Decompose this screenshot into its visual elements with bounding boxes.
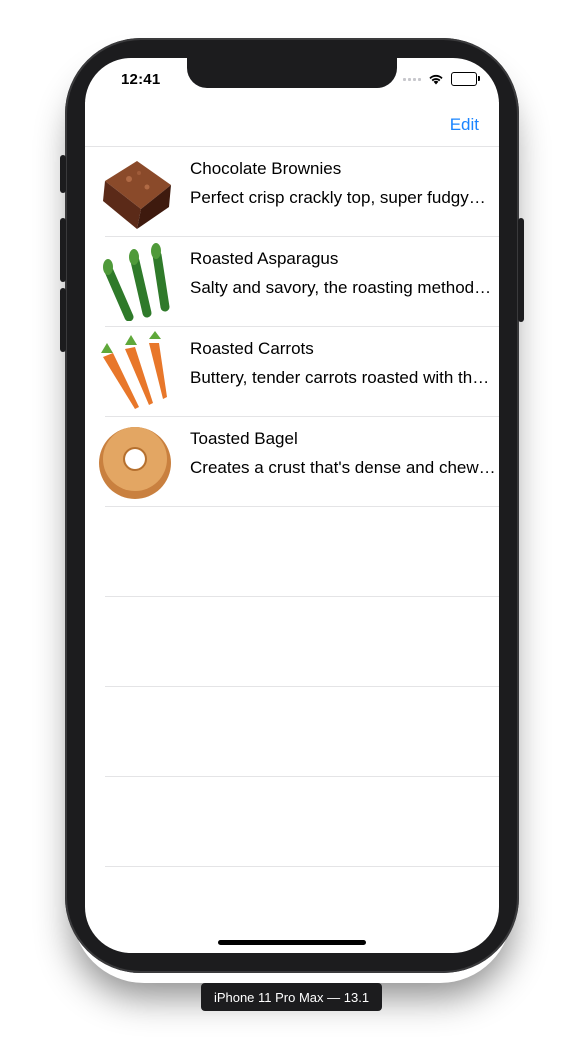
notch [187, 58, 397, 88]
recipe-list[interactable]: Chocolate Brownies Perfect crisp crackly… [85, 147, 499, 867]
cellular-signal-icon [403, 77, 421, 81]
device-label: iPhone 11 Pro Max — 13.1 [201, 983, 382, 1011]
device-screen: 12:41 Edit Chocolate Brownies Perfect cr… [85, 58, 499, 953]
status-time: 12:41 [121, 71, 161, 88]
list-item[interactable]: Toasted Bagel Creates a crust that's den… [99, 417, 499, 507]
empty-row [105, 597, 499, 687]
side-button-volume-down [60, 288, 66, 352]
empty-row [105, 507, 499, 597]
edit-button[interactable]: Edit [450, 115, 479, 135]
list-item[interactable]: Chocolate Brownies Perfect crisp crackly… [103, 147, 499, 237]
recipe-subtitle: Buttery, tender carrots roasted with th… [190, 368, 490, 387]
side-button-power [518, 218, 524, 322]
empty-row [105, 687, 499, 777]
home-indicator[interactable] [218, 940, 366, 945]
battery-icon [451, 72, 480, 86]
recipe-title: Chocolate Brownies [190, 159, 342, 178]
recipe-title: Roasted Carrots [190, 339, 314, 358]
recipe-subtitle: Salty and savory, the roasting method… [190, 278, 492, 297]
navigation-bar: Edit [85, 102, 499, 147]
recipe-subtitle: Creates a crust that's dense and chew… [190, 458, 496, 477]
simulator-window: 12:41 Edit Chocolate Brownies Perfect cr… [0, 0, 584, 1047]
carrot-icon [101, 331, 167, 409]
recipe-subtitle: Perfect crisp crackly top, super fudgy… [190, 188, 486, 207]
bagel-icon [99, 427, 171, 499]
wifi-icon [429, 74, 443, 85]
status-icons [403, 72, 480, 86]
empty-row [105, 777, 499, 867]
asparagus-icon [103, 243, 170, 321]
side-button-mute [60, 155, 66, 193]
recipe-title: Toasted Bagel [190, 429, 298, 448]
recipe-title: Roasted Asparagus [190, 249, 339, 268]
list-item[interactable]: Roasted Asparagus Salty and savory, the … [103, 237, 499, 327]
brownie-icon [103, 161, 171, 229]
side-button-volume-up [60, 218, 66, 282]
list-item[interactable]: Roasted Carrots Buttery, tender carrots … [101, 327, 499, 417]
